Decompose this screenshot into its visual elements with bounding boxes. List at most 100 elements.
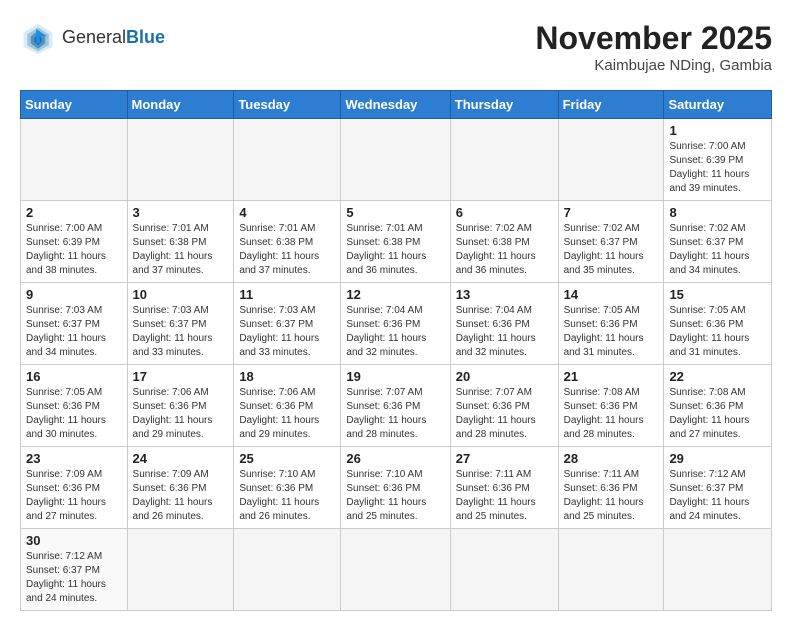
calendar-cell: 6 Sunrise: 7:02 AM Sunset: 6:38 PM Daylig… [450,201,558,283]
week-row-3: 16Sunrise: 7:05 AM Sunset: 6:36 PM Dayli… [21,365,772,447]
calendar-cell: 12 Sunrise: 7:04 AM Sunset: 6:36 PM Dayli… [341,283,450,365]
calendar-cell [450,119,558,201]
calendar-cell [450,529,558,611]
day-number: 28 [564,451,659,466]
title-block: November 2025 Kaimbujae NDing, Gambia [535,20,772,74]
calendar-cell [21,119,128,201]
day-number: 9 [26,287,122,302]
day-number: 7 [564,205,659,220]
calendar-cell [558,529,664,611]
calendar-cell: 8 Sunrise: 7:02 AM Sunset: 6:37 PM Daylig… [664,201,772,283]
day-info: Sunrise: 7:00 AM Sunset: 6:39 PM Dayligh… [26,222,122,278]
day-number: 29 [669,451,766,466]
day-number: 20 [456,369,553,384]
day-info: Sunrise: 7:11 AM Sunset: 6:36 PM Dayligh… [564,468,659,524]
weekday-header-saturday: Saturday [664,91,772,119]
day-number: 23 [26,451,122,466]
day-number: 5 [346,205,444,220]
calendar-cell: 30 Sunrise: 7:12 AM Sunset: 6:37 PM Dayli… [21,529,128,611]
calendar-cell: 27Sunrise: 7:11 AM Sunset: 6:36 PM Dayli… [450,447,558,529]
calendar-cell: 15 Sunrise: 7:05 AM Sunset: 6:36 PM Dayli… [664,283,772,365]
day-info: Sunrise: 7:05 AM Sunset: 6:36 PM Dayligh… [564,304,659,360]
day-number: 15 [669,287,766,302]
calendar-cell [127,119,234,201]
calendar: SundayMondayTuesdayWednesdayThursdayFrid… [20,90,772,611]
day-number: 22 [669,369,766,384]
calendar-cell: 1 Sunrise: 7:00 AM Sunset: 6:39 PM Daylig… [664,119,772,201]
day-number: 11 [239,287,335,302]
day-number: 13 [456,287,553,302]
calendar-cell [558,119,664,201]
day-info: Sunrise: 7:12 AM Sunset: 6:37 PM Dayligh… [26,550,122,606]
weekday-header-sunday: Sunday [21,91,128,119]
day-number: 2 [26,205,122,220]
logo-general: General [62,27,126,47]
header: GeneralBlue November 2025 Kaimbujae NDin… [20,20,772,74]
calendar-cell [341,119,450,201]
week-row-0: 1 Sunrise: 7:00 AM Sunset: 6:39 PM Daylig… [21,119,772,201]
calendar-cell: 17 Sunrise: 7:06 AM Sunset: 6:36 PM Dayli… [127,365,234,447]
day-info: Sunrise: 7:05 AM Sunset: 6:36 PM Dayligh… [26,386,122,442]
calendar-cell: 25Sunrise: 7:10 AM Sunset: 6:36 PM Dayli… [234,447,341,529]
day-info: Sunrise: 7:02 AM Sunset: 6:38 PM Dayligh… [456,222,553,278]
weekday-header-thursday: Thursday [450,91,558,119]
day-number: 10 [133,287,229,302]
day-number: 6 [456,205,553,220]
day-number: 8 [669,205,766,220]
day-info: Sunrise: 7:10 AM Sunset: 6:36 PM Dayligh… [239,468,335,524]
day-info: Sunrise: 7:01 AM Sunset: 6:38 PM Dayligh… [346,222,444,278]
day-number: 27 [456,451,553,466]
weekday-header-tuesday: Tuesday [234,91,341,119]
day-info: Sunrise: 7:02 AM Sunset: 6:37 PM Dayligh… [564,222,659,278]
calendar-cell: 23 Sunrise: 7:09 AM Sunset: 6:36 PM Dayli… [21,447,128,529]
day-number: 30 [26,533,122,548]
day-info: Sunrise: 7:10 AM Sunset: 6:36 PM Dayligh… [346,468,444,524]
calendar-cell: 11 Sunrise: 7:03 AM Sunset: 6:37 PM Dayli… [234,283,341,365]
day-number: 19 [346,369,444,384]
calendar-cell: 24Sunrise: 7:09 AM Sunset: 6:36 PM Dayli… [127,447,234,529]
logo: GeneralBlue [20,20,165,56]
day-number: 1 [669,123,766,138]
day-number: 24 [133,451,229,466]
day-info: Sunrise: 7:03 AM Sunset: 6:37 PM Dayligh… [239,304,335,360]
weekday-header-wednesday: Wednesday [341,91,450,119]
calendar-cell: 2 Sunrise: 7:00 AM Sunset: 6:39 PM Daylig… [21,201,128,283]
logo-text-block: GeneralBlue [62,28,165,48]
calendar-cell: 7 Sunrise: 7:02 AM Sunset: 6:37 PM Daylig… [558,201,664,283]
calendar-cell: 3 Sunrise: 7:01 AM Sunset: 6:38 PM Daylig… [127,201,234,283]
day-number: 17 [133,369,229,384]
day-number: 4 [239,205,335,220]
day-info: Sunrise: 7:03 AM Sunset: 6:37 PM Dayligh… [26,304,122,360]
day-number: 26 [346,451,444,466]
week-row-4: 23 Sunrise: 7:09 AM Sunset: 6:36 PM Dayli… [21,447,772,529]
month-year: November 2025 [535,20,772,57]
day-info: Sunrise: 7:06 AM Sunset: 6:36 PM Dayligh… [133,386,229,442]
day-number: 12 [346,287,444,302]
calendar-cell [234,119,341,201]
calendar-cell [234,529,341,611]
day-number: 21 [564,369,659,384]
week-row-5: 30 Sunrise: 7:12 AM Sunset: 6:37 PM Dayli… [21,529,772,611]
calendar-cell: 5 Sunrise: 7:01 AM Sunset: 6:38 PM Daylig… [341,201,450,283]
logo-text: GeneralBlue [62,28,165,48]
calendar-cell: 21Sunrise: 7:08 AM Sunset: 6:36 PM Dayli… [558,365,664,447]
day-info: Sunrise: 7:05 AM Sunset: 6:36 PM Dayligh… [669,304,766,360]
calendar-cell: 14 Sunrise: 7:05 AM Sunset: 6:36 PM Dayli… [558,283,664,365]
weekday-header-row: SundayMondayTuesdayWednesdayThursdayFrid… [21,91,772,119]
day-number: 3 [133,205,229,220]
day-number: 18 [239,369,335,384]
day-info: Sunrise: 7:04 AM Sunset: 6:36 PM Dayligh… [346,304,444,360]
day-info: Sunrise: 7:06 AM Sunset: 6:36 PM Dayligh… [239,386,335,442]
day-info: Sunrise: 7:09 AM Sunset: 6:36 PM Dayligh… [26,468,122,524]
calendar-cell: 9 Sunrise: 7:03 AM Sunset: 6:37 PM Daylig… [21,283,128,365]
calendar-cell: 13Sunrise: 7:04 AM Sunset: 6:36 PM Dayli… [450,283,558,365]
logo-blue: Blue [126,27,165,47]
day-info: Sunrise: 7:01 AM Sunset: 6:38 PM Dayligh… [133,222,229,278]
calendar-cell: 26 Sunrise: 7:10 AM Sunset: 6:36 PM Dayli… [341,447,450,529]
day-info: Sunrise: 7:07 AM Sunset: 6:36 PM Dayligh… [456,386,553,442]
day-info: Sunrise: 7:02 AM Sunset: 6:37 PM Dayligh… [669,222,766,278]
calendar-cell [341,529,450,611]
day-info: Sunrise: 7:00 AM Sunset: 6:39 PM Dayligh… [669,140,766,196]
calendar-cell: 10Sunrise: 7:03 AM Sunset: 6:37 PM Dayli… [127,283,234,365]
day-number: 14 [564,287,659,302]
